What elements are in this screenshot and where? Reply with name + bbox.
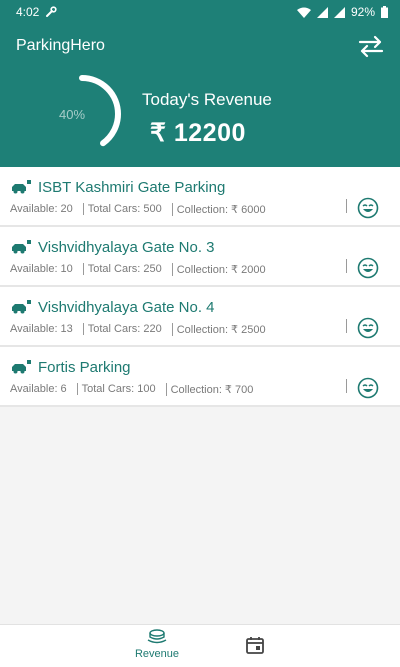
total-cars-label: Total Cars: (87, 323, 141, 335)
collection-label: Collection: (176, 323, 229, 336)
wifi-icon (296, 7, 311, 18)
revenue-coins-icon (147, 629, 167, 644)
collection-value: ₹ 2000 (231, 263, 266, 276)
available-label: Available: (10, 383, 58, 395)
collection-value: ₹ 700 (224, 383, 254, 396)
stats-divider (346, 319, 347, 333)
total-cars-label: Total Cars: (87, 263, 141, 275)
available-value: 6 (60, 383, 67, 395)
parking-card-gate-3[interactable]: Vishvidhyalaya Gate No. 3 Available: 10 T… (0, 227, 400, 287)
collection-label: Collection: (170, 383, 222, 396)
stats-divider (346, 379, 347, 393)
car-parking-icon (12, 300, 31, 314)
available-label: Available: (10, 323, 58, 335)
battery-icon (381, 6, 388, 18)
available-value: 10 (60, 263, 73, 275)
collection-label: Collection: (176, 203, 229, 216)
signal-icon-2 (333, 6, 345, 18)
available-label: Available: (10, 203, 58, 215)
available-value: 13 (60, 323, 73, 335)
car-parking-icon (12, 240, 31, 254)
header: 4:02 92% ParkingHero 40% Today's Revenue… (0, 0, 400, 167)
collection-label: Collection: (176, 263, 229, 276)
progress-label: 40% (58, 106, 86, 122)
collection-value: ₹ 6000 (231, 203, 266, 216)
collection-value: ₹ 2500 (231, 323, 266, 336)
status-bar: 4:02 92% (0, 0, 400, 24)
wrench-icon (46, 6, 57, 17)
car-parking-icon (12, 180, 31, 194)
parking-card-fortis[interactable]: Fortis Parking Available: 6 Total Cars: 10… (0, 347, 400, 407)
swap-button[interactable] (354, 31, 388, 61)
app-bar: ParkingHero (0, 30, 400, 62)
total-cars-value: 250 (143, 263, 162, 275)
parking-list: ISBT Kashmiri Gate Parking Available: 20 … (0, 167, 400, 407)
stats-divider (346, 199, 347, 213)
revenue-progress-gauge: 40% (40, 72, 124, 156)
swap-icon (358, 35, 384, 58)
parking-name: Vishvidhyalaya Gate No. 4 (38, 298, 215, 316)
parking-card-gate-4[interactable]: Vishvidhyalaya Gate No. 4 Available: 13 T… (0, 287, 400, 347)
total-cars-label: Total Cars: (87, 203, 141, 215)
revenue-title: Today's Revenue (142, 90, 272, 109)
battery-percent: 92% (350, 5, 375, 19)
total-cars-value: 220 (143, 323, 162, 335)
calendar-icon[interactable] (244, 634, 266, 656)
revenue-amount: ₹ 12200 (150, 119, 246, 147)
stats-divider (346, 259, 347, 273)
smiley-icon[interactable] (357, 317, 379, 339)
smiley-icon[interactable] (357, 377, 379, 399)
bottom-navigation: Revenue (0, 624, 400, 667)
total-cars-label: Total Cars: (81, 383, 135, 395)
parking-name: ISBT Kashmiri Gate Parking (38, 178, 226, 196)
available-value: 20 (60, 203, 73, 215)
total-cars-value: 500 (143, 203, 162, 215)
parking-name: Fortis Parking (38, 358, 131, 376)
smiley-icon[interactable] (357, 197, 379, 219)
parking-card-isbt[interactable]: ISBT Kashmiri Gate Parking Available: 20 … (0, 167, 400, 227)
parking-name: Vishvidhyalaya Gate No. 3 (38, 238, 215, 256)
total-cars-value: 100 (137, 383, 156, 395)
app-title: ParkingHero (16, 37, 105, 54)
smiley-icon[interactable] (357, 257, 379, 279)
status-time: 4:02 (16, 5, 40, 19)
available-label: Available: (10, 263, 58, 275)
nav-revenue-label: Revenue (134, 648, 180, 660)
nav-revenue-tab[interactable]: Revenue (126, 628, 188, 666)
car-parking-icon (12, 360, 31, 374)
signal-icon (316, 6, 328, 18)
